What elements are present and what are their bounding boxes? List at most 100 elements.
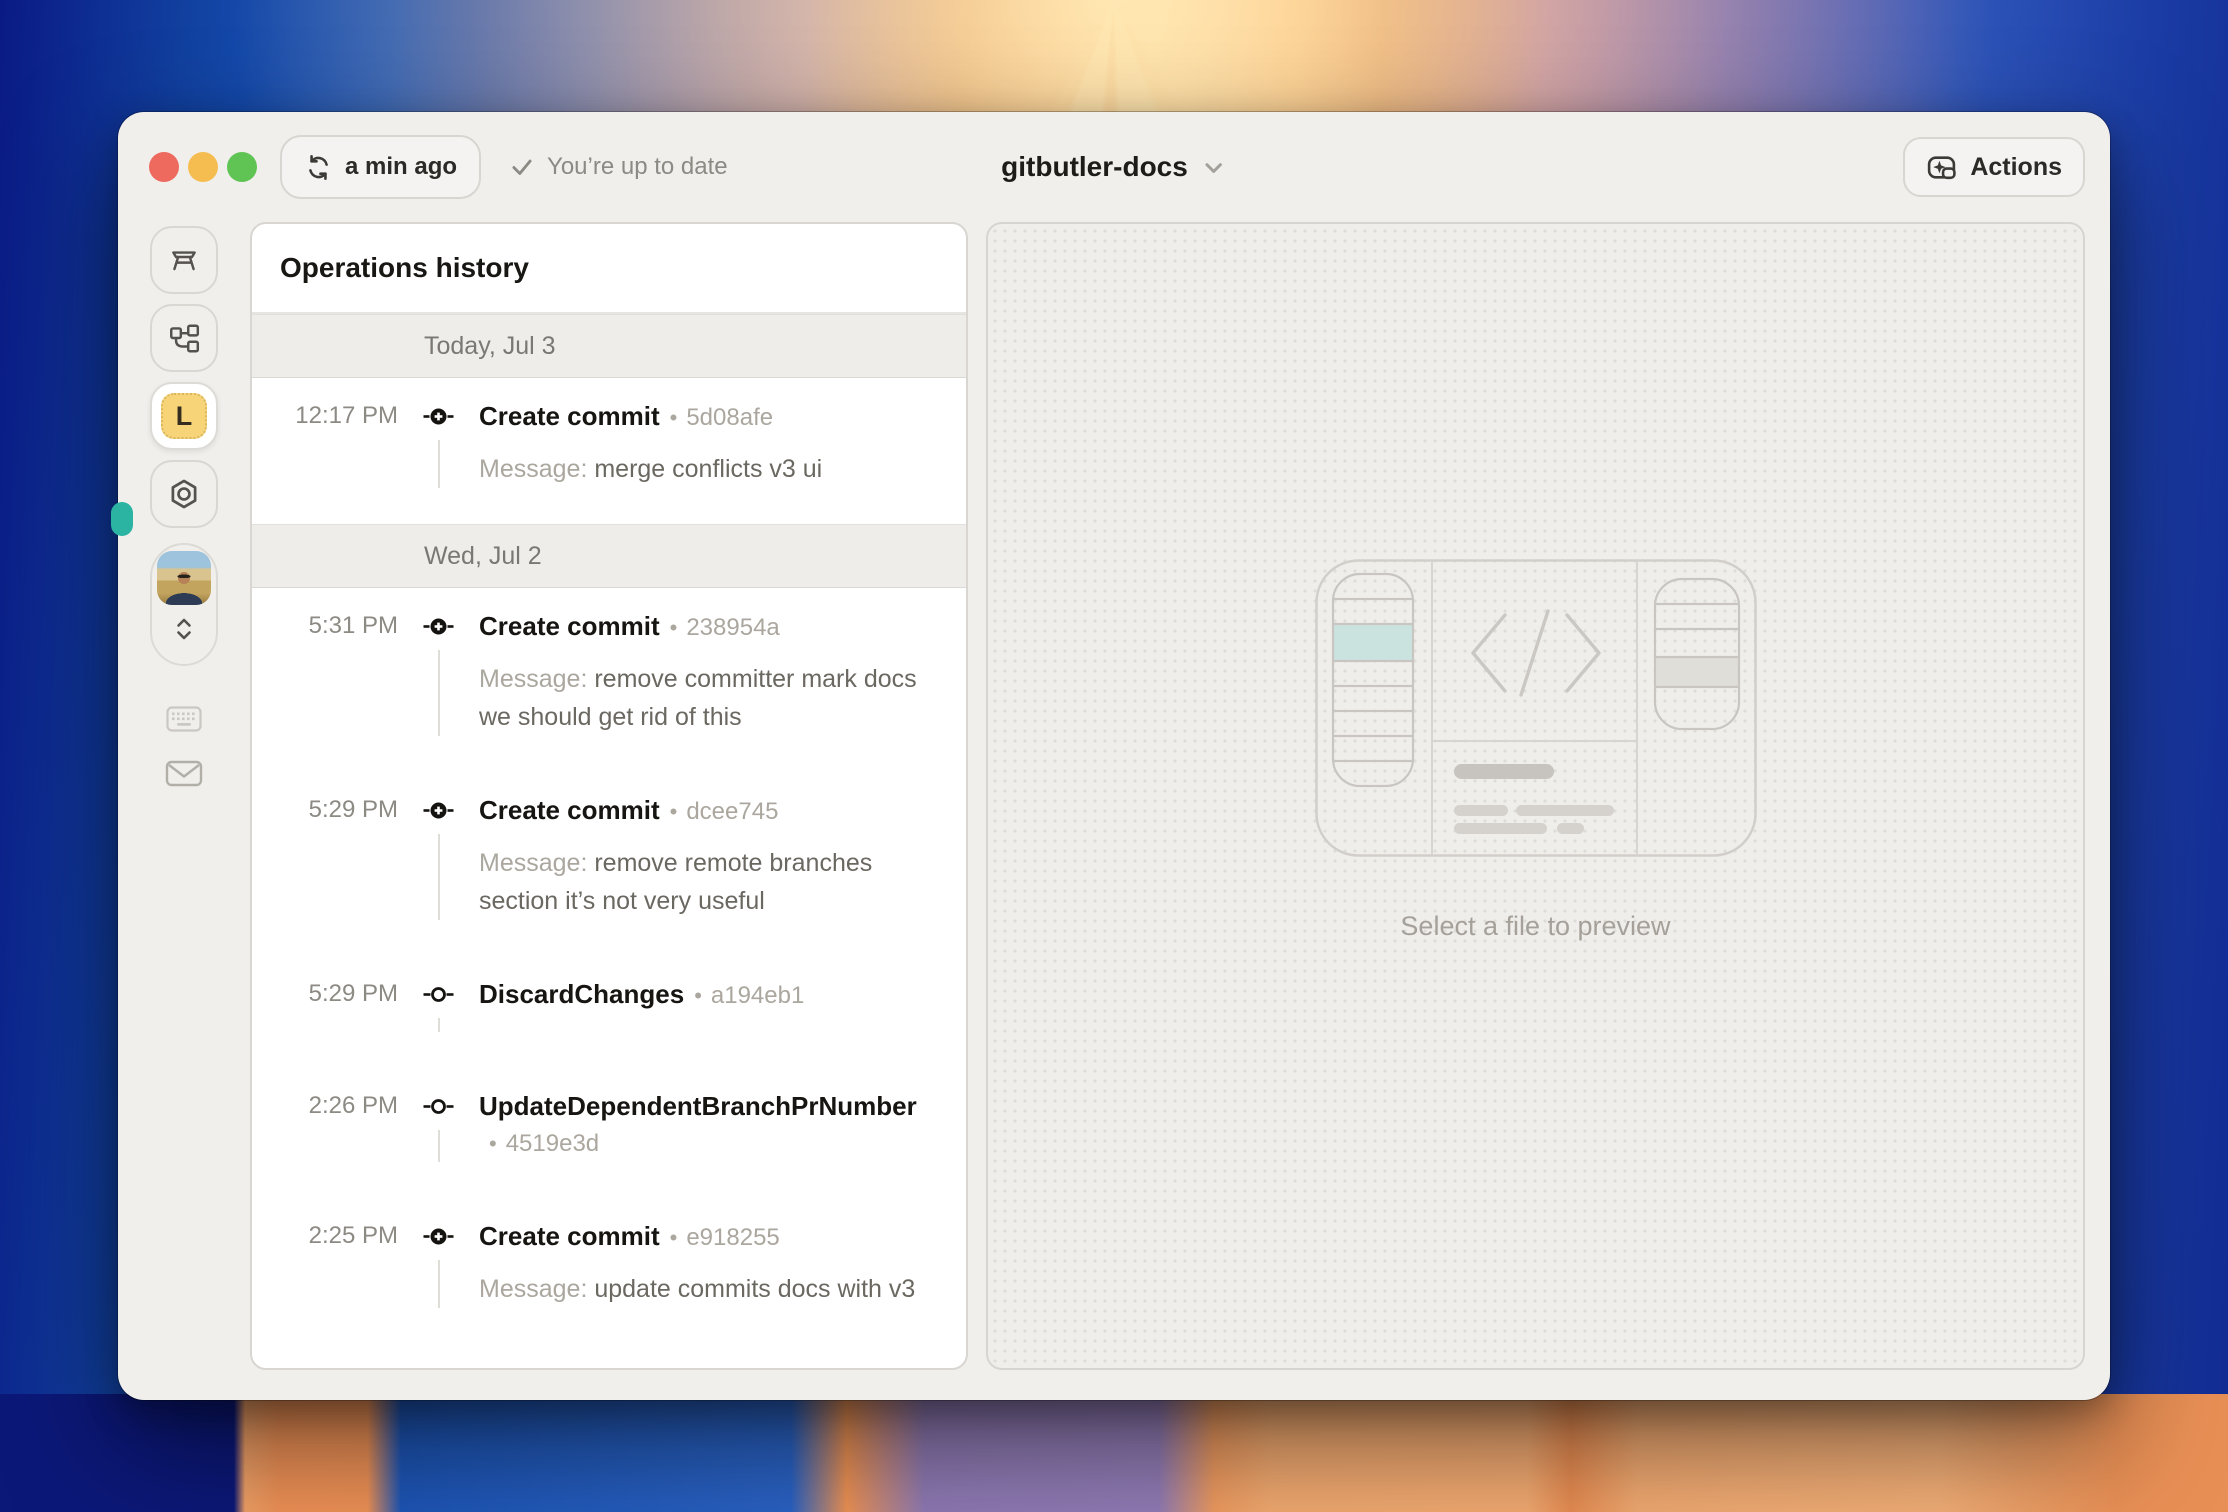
entry-title: Create commit [479, 795, 660, 825]
entry-time: 12:17 PM [295, 402, 398, 429]
mail-icon [165, 758, 203, 788]
keyboard-icon [166, 706, 202, 732]
up-to-date-status: You’re up to date [509, 153, 728, 181]
project-avatar-letter: L [175, 400, 193, 431]
entry-time: 5:31 PM [308, 612, 398, 639]
history-entry[interactable]: 1:57 PM Create commit •7efe630 [252, 1344, 966, 1368]
entry-connector-line [437, 650, 440, 736]
entry-hash-group: • a194eb1 [694, 976, 804, 1014]
chevron-down-icon [1200, 154, 1227, 181]
entry-title: Create commit [479, 401, 660, 431]
sidebar-item-project[interactable]: L [150, 382, 218, 450]
project-selector[interactable]: gitbutler-docs [1001, 151, 1227, 183]
bullet-separator: • [489, 1131, 497, 1156]
entry-message: Message: update commits docs with v3 [479, 1270, 942, 1308]
message-label: Message: [479, 665, 588, 693]
entry-connector-line [437, 1018, 440, 1032]
file-preview-illustration [1314, 558, 1757, 857]
bullet-separator: • [669, 799, 678, 824]
entry-connector-line [437, 1130, 440, 1162]
minimize-window-button[interactable] [188, 152, 218, 182]
entry-hash: e918255 [686, 1224, 780, 1251]
date-label: Today, Jul 3 [424, 331, 556, 360]
message-text: merge conflicts v3 ui [594, 455, 823, 483]
preview-placeholder-text: Select a file to preview [1400, 910, 1671, 941]
project-avatar: L [161, 393, 207, 439]
commit-icon [423, 1091, 454, 1122]
settings-button[interactable] [150, 460, 218, 528]
close-window-button[interactable] [149, 152, 179, 182]
gitbutler-window: a min ago You’re up to date gitbutler-do… [111, 112, 2110, 1400]
commit-plus-icon [423, 1367, 454, 1368]
actions-button[interactable]: Actions [1903, 137, 2085, 197]
operations-history-title: Operations history [252, 224, 966, 314]
entry-time: 1:57 PM [252, 1364, 398, 1368]
ai-sparkle-icon [1926, 152, 1957, 183]
wallpaper-bottom-stripes [0, 1394, 2228, 1512]
entry-hash-group: • dcee745 [670, 792, 779, 830]
entry-hash: dcee745 [686, 798, 779, 825]
zoom-window-button[interactable] [227, 152, 257, 182]
keyboard-shortcuts-button[interactable] [166, 706, 202, 732]
up-to-date-label: You’re up to date [547, 153, 728, 180]
sidebar: L [111, 222, 250, 1370]
bullet-separator: • [694, 983, 702, 1008]
message-label: Message: [479, 1275, 588, 1303]
feedback-button[interactable] [165, 758, 203, 788]
file-preview-panel: Select a file to preview [986, 222, 2085, 1370]
entry-hash-group: • 238954a [670, 608, 780, 646]
sidebar-item-workspace[interactable] [150, 226, 218, 294]
message-label: Message: [479, 849, 588, 877]
entry-connector-line [437, 834, 440, 920]
history-entry[interactable]: 5:29 PM DiscardChanges • a194eb1 [252, 956, 966, 1068]
gear-icon [167, 477, 201, 511]
bullet-separator: • [669, 405, 678, 430]
operations-history-panel: Operations history Today, Jul 3 12:17 PM… [250, 222, 968, 1370]
entry-time: 5:29 PM [308, 980, 398, 1007]
entry-message: Message: remove remote branches section … [479, 844, 942, 920]
entry-message: Message: merge conflicts v3 ui [479, 450, 942, 488]
history-entry[interactable]: 12:17 PM Create commit • 5d08afe Message: … [252, 378, 966, 524]
entry-hash: 4519e3d [505, 1130, 600, 1157]
entry-title: UpdateDependentBranchPrNumber [479, 1091, 917, 1121]
sync-status-button[interactable]: a min ago [280, 135, 482, 199]
entry-hash-group: •7efe630 [670, 1364, 773, 1368]
entry-time: 5:29 PM [308, 796, 398, 823]
entry-hash: 238954a [686, 614, 780, 641]
sidebar-item-branches[interactable] [150, 304, 218, 372]
window-titlebar: a min ago You’re up to date gitbutler-do… [118, 112, 2110, 222]
entry-title: DiscardChanges [479, 979, 685, 1009]
user-menu[interactable] [150, 543, 218, 666]
history-list: Today, Jul 3 12:17 PM Create commit • 5d08… [252, 314, 966, 1368]
entry-message: Message: remove committer mark docs we s… [479, 660, 942, 736]
history-entry[interactable]: 5:31 PM Create commit • 238954a Message: r… [252, 588, 966, 772]
sync-refresh-icon [304, 153, 333, 182]
history-entry[interactable]: 5:29 PM Create commit • dcee745 Message: r… [252, 772, 966, 956]
entry-connector-line [437, 1260, 440, 1308]
message-text: update commits docs with v3 [594, 1275, 916, 1303]
date-label: Wed, Jul 2 [424, 541, 542, 570]
commit-plus-icon [423, 1221, 454, 1252]
entry-time: 2:25 PM [308, 1222, 398, 1249]
entry-time: 2:26 PM [308, 1092, 398, 1119]
user-avatar [157, 551, 211, 605]
entry-hash-group: • 4519e3d [489, 1124, 599, 1162]
entry-hash-group: • 5d08afe [670, 398, 773, 436]
commit-plus-icon [423, 795, 454, 826]
message-label: Message: [479, 455, 588, 483]
branches-icon [167, 321, 201, 355]
date-separator-row: Today, Jul 3 [252, 314, 966, 378]
chevron-up-down-icon [169, 611, 199, 647]
history-entry[interactable]: 2:25 PM Create commit • e918255 Message: u… [252, 1198, 966, 1344]
sync-status-label: a min ago [345, 153, 458, 180]
entry-title: Create commit [479, 1367, 660, 1368]
workbench-icon [167, 243, 201, 277]
bullet-separator: • [669, 1225, 678, 1250]
project-title: gitbutler-docs [1001, 151, 1188, 182]
traffic-lights [149, 152, 257, 182]
entry-title: Create commit [479, 611, 660, 641]
history-entry[interactable]: 2:26 PM UpdateDependentBranchPrNumber • 45… [252, 1068, 966, 1198]
entry-connector-line [437, 440, 440, 488]
commit-icon [423, 979, 454, 1010]
entry-hash-group: • e918255 [670, 1218, 780, 1256]
